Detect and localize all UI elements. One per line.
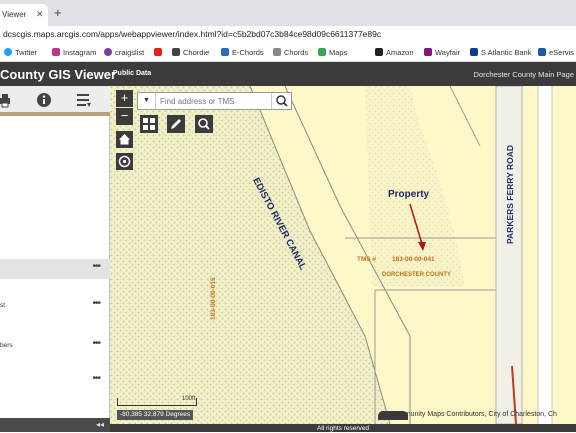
- footer-text: All rights reserved: [316, 425, 370, 432]
- print-icon[interactable]: [0, 92, 16, 108]
- youtube-icon: [154, 48, 162, 56]
- coordinate-readout: -80.385 32.879 Degrees: [117, 410, 194, 420]
- grid-icon: [143, 118, 155, 130]
- bookmark-label: Maps: [329, 47, 348, 57]
- scale-label: 100ft: [182, 396, 196, 402]
- bookmark-satlantic[interactable]: S Atlantic Bank: [470, 47, 531, 57]
- layer-list-icon[interactable]: [76, 92, 92, 108]
- coordinate-text: -80.385 32.879 Degrees: [120, 411, 191, 418]
- bookmark-craigslist[interactable]: craigslist: [104, 47, 144, 57]
- bank-icon: [470, 48, 478, 56]
- bookmark-chordie[interactable]: Chordie: [172, 47, 209, 57]
- more-options-icon[interactable]: •••: [92, 373, 100, 384]
- wetland-area: [110, 86, 390, 424]
- parcel-label: 183-00-00-015: [210, 277, 217, 320]
- map-canvas: [110, 86, 553, 424]
- search-source-dropdown[interactable]: ▼: [138, 93, 156, 109]
- browser-tab[interactable]: Viewer ✕: [0, 4, 48, 26]
- bookmark-label: Wayfair: [435, 47, 461, 57]
- bookmark-label: craigslist: [115, 47, 145, 57]
- bookmark-label: E-Chords: [232, 47, 264, 57]
- collapse-panel-icon[interactable]: ◂◂: [96, 420, 104, 429]
- amazon-icon: [375, 48, 383, 56]
- craigslist-icon: [104, 48, 112, 56]
- home-icon: [119, 134, 130, 145]
- bookmark-label: Instagram: [63, 47, 97, 57]
- app-header: County GIS Viewer Public Data Dorchester…: [0, 62, 576, 86]
- panel-toolbar: [0, 86, 110, 116]
- instagram-icon: [52, 48, 60, 56]
- new-tab-button[interactable]: +: [54, 6, 62, 19]
- bookmark-amazon[interactable]: Amazon: [375, 47, 414, 57]
- bookmark-label: Amazon: [386, 47, 414, 57]
- url-text[interactable]: dcscgis.maps.arcgis.com/apps/webappviewe…: [3, 29, 381, 39]
- search-button[interactable]: [271, 93, 291, 109]
- layer-row[interactable]: •••: [0, 259, 110, 279]
- tms-prefix-label: TMS #: [357, 256, 377, 263]
- bookmark-eservis[interactable]: eServis: [538, 47, 574, 57]
- app-footer: All rights reserved: [110, 424, 576, 432]
- bookmark-maps[interactable]: Maps: [318, 47, 347, 57]
- eservis-icon: [538, 48, 546, 56]
- maps-icon: [318, 48, 326, 56]
- info-icon[interactable]: [36, 92, 52, 108]
- bookmarks-bar: Twitter Instagram craigslist Chordie E-C…: [0, 42, 576, 62]
- address-bar[interactable]: dcscgis.maps.arcgis.com/apps/webappviewe…: [0, 26, 576, 42]
- bookmark-label: S Atlantic Bank: [481, 47, 532, 57]
- layer-row-label: st: [0, 302, 6, 309]
- road-label: PARKERS FERRY ROAD: [505, 144, 515, 244]
- magnifier-icon: [198, 118, 210, 130]
- bookmark-twitter[interactable]: Twitter: [4, 47, 37, 57]
- more-options-icon[interactable]: •••: [92, 338, 100, 349]
- locate-button[interactable]: [116, 153, 133, 170]
- chords-icon: [273, 48, 281, 56]
- search-icon: [276, 95, 288, 107]
- main-page-link[interactable]: Dorchester County Main Page: [474, 70, 574, 79]
- bookmark-youtube[interactable]: [154, 47, 162, 57]
- close-tab-icon[interactable]: ✕: [36, 9, 44, 20]
- locate-icon: [118, 155, 131, 168]
- echords-icon: [221, 48, 229, 56]
- pencil-icon: [171, 119, 181, 129]
- tms-number-label: 183-00-00-041: [392, 256, 435, 263]
- bookmark-label: Chordie: [183, 47, 210, 57]
- tab-title: Viewer: [2, 10, 27, 19]
- bookmark-wayfair[interactable]: Wayfair: [424, 47, 460, 57]
- twitter-icon: [4, 48, 12, 56]
- search-box[interactable]: ▼: [137, 92, 292, 110]
- basemap-gallery-button[interactable]: [140, 115, 158, 133]
- public-data-label: Public Data: [113, 70, 152, 77]
- app-title: County GIS Viewer: [0, 67, 117, 82]
- chordie-icon: [172, 48, 180, 56]
- query-button[interactable]: [195, 115, 213, 133]
- bookmark-label: eServis: [549, 47, 575, 57]
- road-strip: [495, 86, 523, 424]
- more-options-icon[interactable]: •••: [92, 298, 100, 309]
- zoom-out-button[interactable]: −: [116, 108, 133, 125]
- property-label: Property: [388, 189, 430, 200]
- layer-row-label: bers: [0, 342, 13, 349]
- layer-row[interactable]: bers •••: [0, 336, 110, 356]
- home-button[interactable]: [116, 131, 133, 148]
- bookmark-instagram[interactable]: Instagram: [52, 47, 96, 57]
- attribution-text: Community Maps Contributors, City of Cha…: [390, 411, 557, 418]
- wayfair-icon: [424, 48, 432, 56]
- map-view[interactable]: EDISTO RIVER CANAL PARKERS FERRY ROAD Pr…: [110, 86, 576, 424]
- panel-footer: ◂◂: [0, 418, 110, 432]
- search-input[interactable]: [160, 95, 265, 107]
- layer-row[interactable]: st •••: [0, 296, 110, 316]
- layer-row[interactable]: •••: [0, 371, 110, 391]
- more-options-icon[interactable]: •••: [92, 261, 100, 272]
- bookmark-echords[interactable]: E-Chords: [221, 47, 264, 57]
- bookmark-label: Chords: [284, 47, 309, 57]
- county-label: DORCHESTER COUNTY: [382, 272, 452, 278]
- zoom-in-button[interactable]: +: [116, 90, 133, 107]
- bookmark-chords[interactable]: Chords: [273, 47, 308, 57]
- browser-tab-bar: Viewer ✕ +: [0, 0, 576, 26]
- layer-panel: ••• st ••• bers ••• ••• ◂◂: [0, 86, 110, 432]
- parcel-line: [449, 86, 481, 147]
- draw-button[interactable]: [167, 115, 185, 133]
- bookmark-label: Twitter: [15, 47, 38, 57]
- road-shoulder: [538, 86, 552, 424]
